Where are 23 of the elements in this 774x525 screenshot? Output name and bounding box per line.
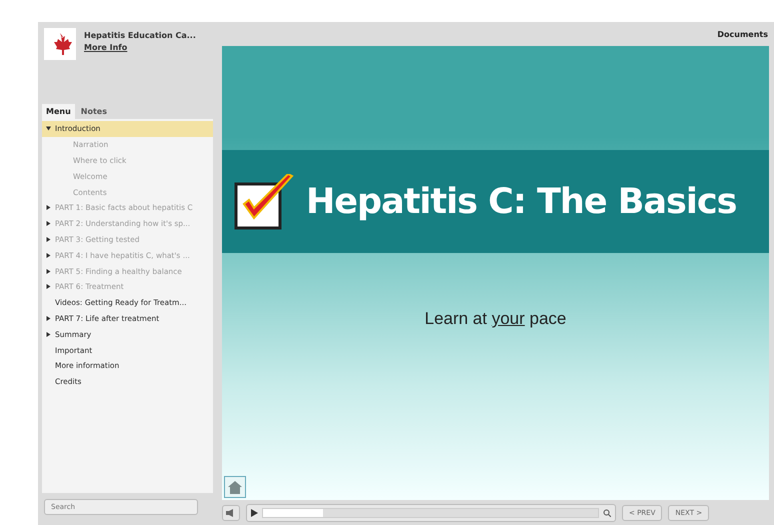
speaker-icon: [226, 508, 236, 516]
home-button[interactable]: [224, 476, 246, 498]
maple-leaf-logo: [44, 28, 76, 60]
collapsed-caret-icon[interactable]: [46, 268, 51, 274]
panel-tab[interactable]: Menu: [42, 104, 75, 119]
documents-link[interactable]: Documents: [717, 30, 768, 38]
slide-subtitle: Learn at your pace: [424, 309, 568, 329]
expanded-caret-icon[interactable]: [46, 126, 51, 132]
collapsed-caret-icon[interactable]: [46, 316, 51, 321]
collapsed-caret-icon[interactable]: [46, 236, 51, 242]
collapsed-caret-icon[interactable]: [46, 252, 51, 258]
course-title: Hepatitis Education Ca...: [84, 31, 196, 40]
panel-tab[interactable]: Notes: [76, 104, 111, 119]
more-info-link[interactable]: More Info: [84, 43, 196, 52]
slide-title: Hepatitis C: The Basics: [306, 182, 736, 222]
checkbox-tick-icon: [234, 174, 296, 230]
collapsed-caret-icon[interactable]: [46, 332, 51, 337]
collapsed-caret-icon[interactable]: [46, 221, 51, 226]
play-icon[interactable]: [251, 508, 258, 516]
volume-button[interactable]: [222, 504, 240, 520]
collapsed-caret-icon[interactable]: [46, 205, 51, 210]
search-icon[interactable]: [603, 508, 611, 516]
collapsed-caret-icon[interactable]: [46, 284, 51, 290]
